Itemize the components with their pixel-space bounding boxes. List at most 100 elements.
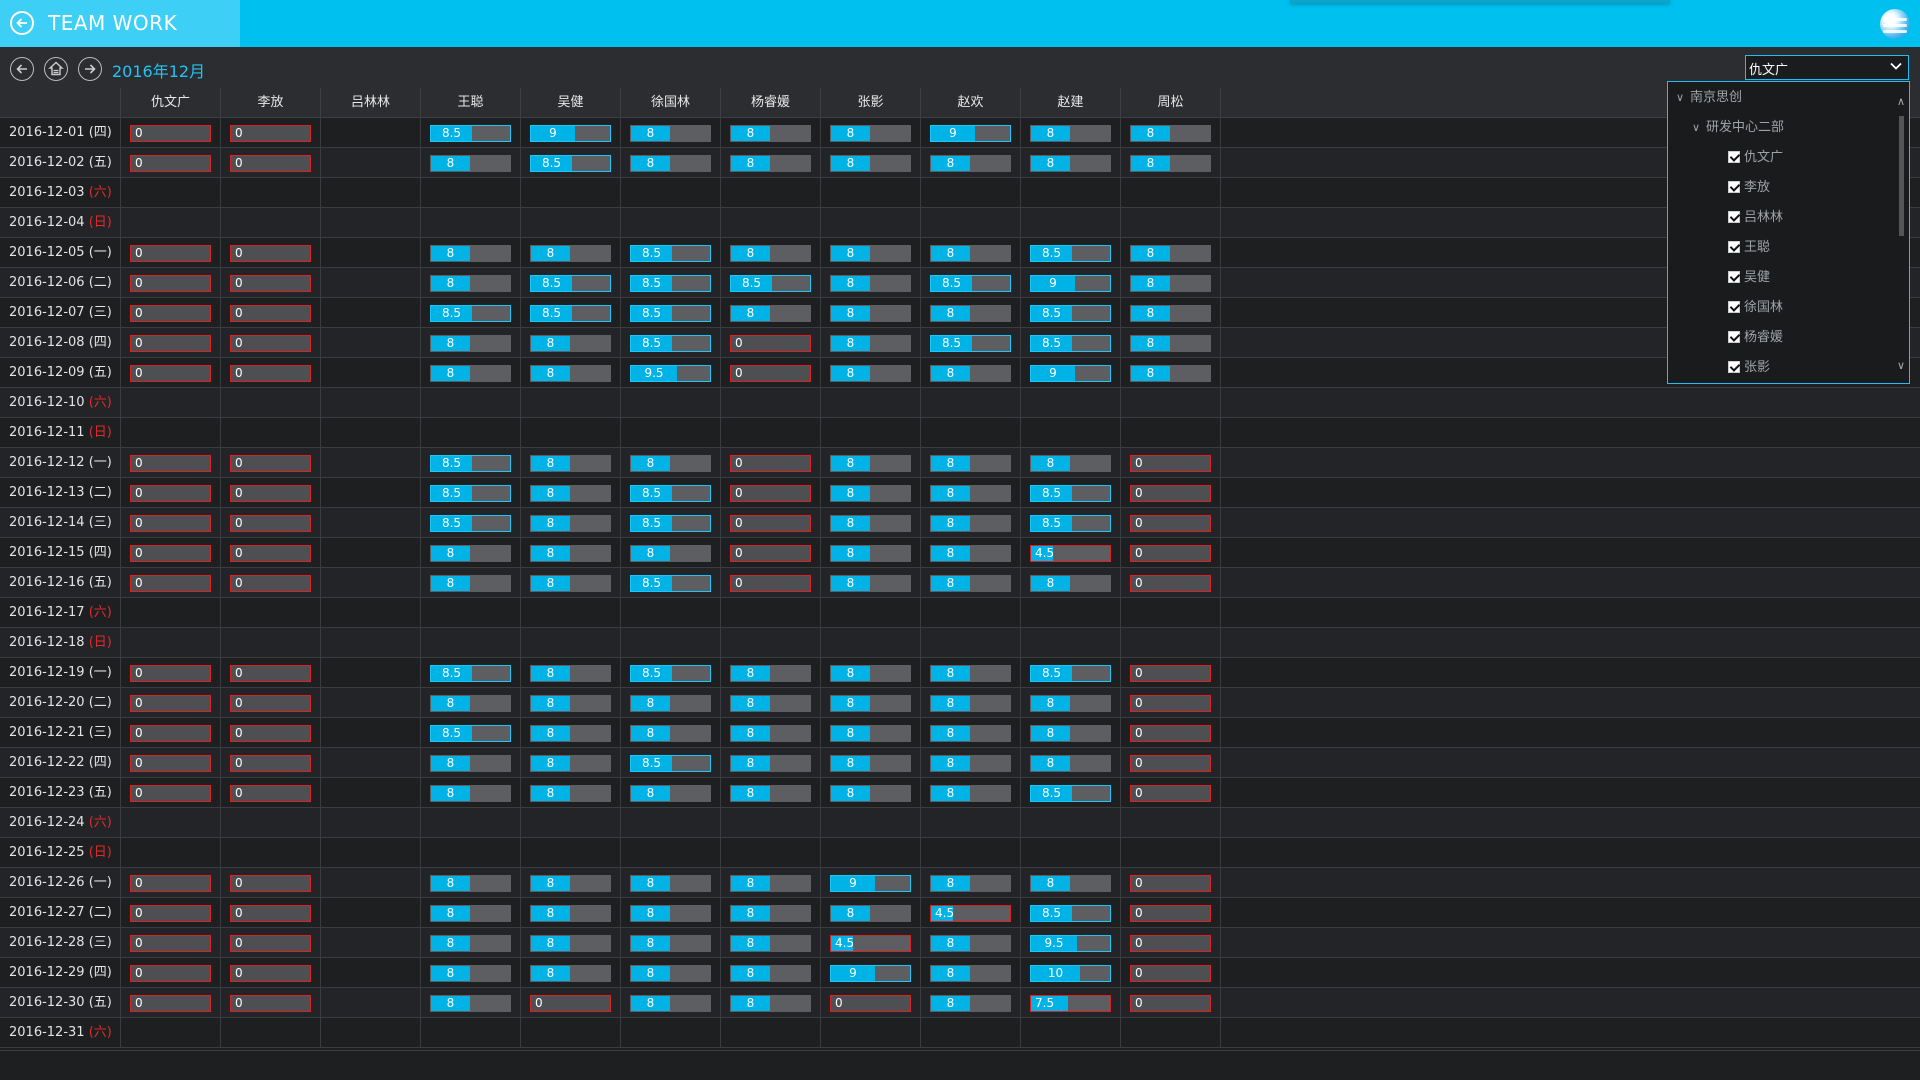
- hours-bar[interactable]: 8.5: [430, 725, 511, 742]
- hours-bar[interactable]: 8: [630, 155, 711, 172]
- hours-bar[interactable]: 0: [230, 155, 311, 172]
- hours-bar[interactable]: 8: [730, 755, 811, 772]
- hours-bar[interactable]: 0: [230, 515, 311, 532]
- hours-bar[interactable]: 8: [730, 665, 811, 682]
- hours-bar[interactable]: 8.5: [630, 245, 711, 262]
- hours-bar[interactable]: 8.5: [630, 275, 711, 292]
- hours-bar[interactable]: 9: [930, 125, 1011, 142]
- hours-bar[interactable]: 8: [1130, 305, 1211, 322]
- hours-bar[interactable]: 8: [830, 455, 911, 472]
- hours-bar[interactable]: 8: [530, 455, 611, 472]
- hours-bar[interactable]: 8: [530, 335, 611, 352]
- hours-bar[interactable]: 8: [1130, 245, 1211, 262]
- hours-bar[interactable]: 8: [930, 755, 1011, 772]
- hours-bar[interactable]: 0: [130, 965, 211, 982]
- hours-bar[interactable]: 8: [1130, 335, 1211, 352]
- hours-bar[interactable]: 8: [1030, 725, 1111, 742]
- hours-bar[interactable]: 0: [1130, 695, 1211, 712]
- hours-bar[interactable]: 8: [530, 485, 611, 502]
- hours-bar[interactable]: 8: [730, 905, 811, 922]
- tree-member-item[interactable]: 吴健: [1728, 266, 1770, 290]
- hours-bar[interactable]: 0: [530, 995, 611, 1012]
- hours-bar[interactable]: 8.5: [630, 575, 711, 592]
- hours-bar[interactable]: 8: [430, 995, 511, 1012]
- hours-bar[interactable]: 0: [730, 455, 811, 472]
- hours-bar[interactable]: 8.5: [630, 335, 711, 352]
- hours-bar[interactable]: 0: [230, 875, 311, 892]
- member-checkbox[interactable]: [1728, 360, 1740, 373]
- hours-bar[interactable]: 8: [1030, 125, 1111, 142]
- hours-bar[interactable]: 8: [430, 755, 511, 772]
- member-checkbox[interactable]: [1728, 240, 1740, 253]
- hours-bar[interactable]: 8.5: [1030, 485, 1111, 502]
- hours-bar[interactable]: 0: [130, 905, 211, 922]
- hours-bar[interactable]: 8: [430, 155, 511, 172]
- hours-bar[interactable]: 8: [930, 515, 1011, 532]
- hours-bar[interactable]: 8: [430, 785, 511, 802]
- hours-bar[interactable]: 0: [130, 665, 211, 682]
- hours-bar[interactable]: 8: [530, 905, 611, 922]
- hours-bar[interactable]: 0: [230, 455, 311, 472]
- hours-bar[interactable]: 8.5: [730, 275, 811, 292]
- globe-icon[interactable]: [1880, 9, 1910, 39]
- hours-bar[interactable]: 8: [530, 875, 611, 892]
- hours-bar[interactable]: 8: [430, 575, 511, 592]
- hours-bar[interactable]: 8: [430, 695, 511, 712]
- hours-bar[interactable]: 0: [130, 575, 211, 592]
- hours-bar[interactable]: 4.5: [830, 935, 911, 952]
- chevron-down-icon[interactable]: ∨: [1676, 86, 1690, 110]
- hours-bar[interactable]: 8: [930, 995, 1011, 1012]
- hours-bar[interactable]: 0: [130, 725, 211, 742]
- hours-bar[interactable]: 0: [130, 755, 211, 772]
- hours-bar[interactable]: 0: [730, 515, 811, 532]
- hours-bar[interactable]: 8: [530, 245, 611, 262]
- hours-bar[interactable]: 9: [530, 125, 611, 142]
- hours-bar[interactable]: 8: [830, 335, 911, 352]
- hours-bar[interactable]: 0: [130, 275, 211, 292]
- hours-bar[interactable]: 8.5: [1030, 335, 1111, 352]
- hours-bar[interactable]: 8: [530, 665, 611, 682]
- hours-bar[interactable]: 8: [630, 695, 711, 712]
- hours-bar[interactable]: 8.5: [930, 335, 1011, 352]
- hours-bar[interactable]: 0: [1130, 785, 1211, 802]
- hours-bar[interactable]: 8: [730, 785, 811, 802]
- tree-scrollbar[interactable]: ∧ ∨: [1895, 96, 1907, 376]
- prev-month-button[interactable]: [10, 57, 34, 81]
- hours-bar[interactable]: 8: [630, 785, 711, 802]
- hours-bar[interactable]: 8: [430, 365, 511, 382]
- hours-bar[interactable]: 8: [430, 335, 511, 352]
- member-checkbox[interactable]: [1728, 330, 1740, 343]
- hours-bar[interactable]: 0: [230, 965, 311, 982]
- hours-bar[interactable]: 0: [1130, 455, 1211, 472]
- hours-bar[interactable]: 8.5: [430, 305, 511, 322]
- hours-bar[interactable]: 0: [130, 785, 211, 802]
- hours-bar[interactable]: 4.5: [1030, 545, 1111, 562]
- hours-bar[interactable]: 8: [830, 515, 911, 532]
- back-button[interactable]: [10, 11, 34, 35]
- hours-bar[interactable]: 8.5: [630, 665, 711, 682]
- hours-bar[interactable]: 0: [230, 335, 311, 352]
- hours-bar[interactable]: 8: [930, 365, 1011, 382]
- hours-bar[interactable]: 8: [730, 965, 811, 982]
- hours-bar[interactable]: 8: [830, 305, 911, 322]
- tree-root[interactable]: ∨ 南京思创: [1676, 86, 1742, 110]
- hours-bar[interactable]: 0: [130, 875, 211, 892]
- hours-bar[interactable]: 8: [930, 155, 1011, 172]
- hours-bar[interactable]: 8: [730, 125, 811, 142]
- hours-bar[interactable]: 8: [630, 905, 711, 922]
- hours-bar[interactable]: 8: [530, 545, 611, 562]
- member-checkbox[interactable]: [1728, 180, 1740, 193]
- hours-bar[interactable]: 8: [830, 665, 911, 682]
- hours-bar[interactable]: 0: [130, 695, 211, 712]
- hours-bar[interactable]: 8: [830, 545, 911, 562]
- hours-bar[interactable]: 8: [1130, 125, 1211, 142]
- hours-bar[interactable]: 0: [230, 665, 311, 682]
- hours-bar[interactable]: 8: [830, 125, 911, 142]
- hours-bar[interactable]: 0: [130, 305, 211, 322]
- chevron-down-icon[interactable]: ∨: [1692, 116, 1706, 140]
- hours-bar[interactable]: 8: [930, 935, 1011, 952]
- hours-bar[interactable]: 0: [230, 275, 311, 292]
- hours-bar[interactable]: 8.5: [1030, 785, 1111, 802]
- hours-bar[interactable]: 9: [1030, 275, 1111, 292]
- hours-bar[interactable]: 8: [1130, 275, 1211, 292]
